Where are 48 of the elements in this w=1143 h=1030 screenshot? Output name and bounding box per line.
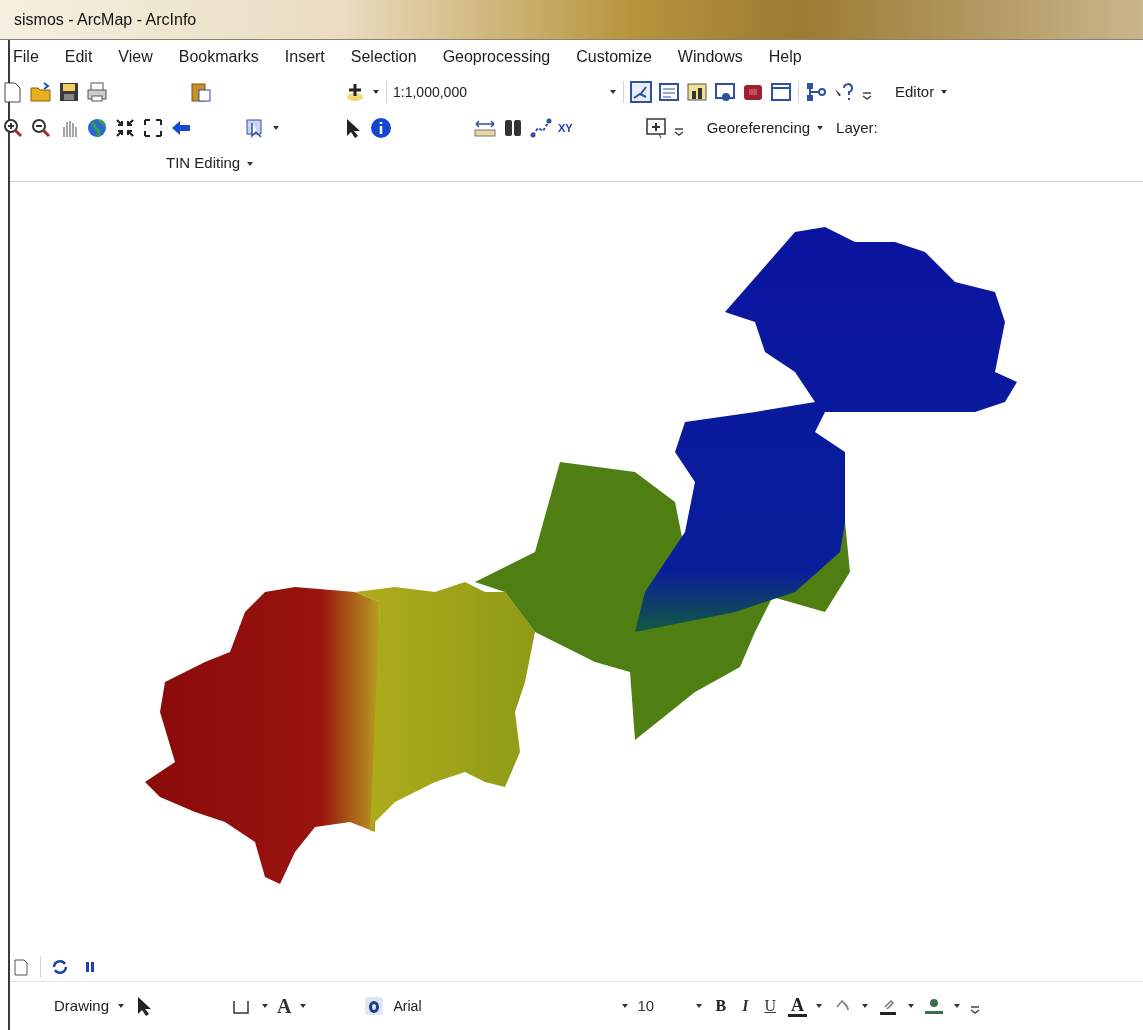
- tin-editing-menu[interactable]: TIN Editing: [166, 152, 241, 175]
- catalog-icon[interactable]: [686, 81, 708, 103]
- info-icon[interactable]: [370, 117, 392, 139]
- table-icon[interactable]: [658, 81, 680, 103]
- paste-icon[interactable]: [190, 81, 212, 103]
- menu-item[interactable]: Bookmarks: [165, 45, 272, 69]
- menu-item[interactable]: Windows: [664, 45, 756, 69]
- bold-button[interactable]: B: [711, 994, 731, 1018]
- zoom-in-icon[interactable]: [2, 117, 24, 139]
- menu-item[interactable]: Edit: [51, 45, 106, 69]
- save-icon[interactable]: [58, 81, 80, 103]
- fixed-zoom-out-icon[interactable]: [142, 117, 164, 139]
- new-document-icon[interactable]: [2, 81, 24, 103]
- menu-item[interactable]: Selection: [337, 45, 430, 69]
- text-tool-button[interactable]: A: [277, 991, 292, 1021]
- layer-label: Layer:: [836, 117, 878, 138]
- measure-icon[interactable]: [474, 117, 496, 139]
- window-title: sismos - ArcMap - ArcInfo: [14, 9, 197, 30]
- printer-icon[interactable]: [86, 81, 108, 103]
- go-to-xy-button[interactable]: XY: [558, 122, 573, 134]
- menu-item[interactable]: Insert: [271, 45, 338, 69]
- window-icon[interactable]: [770, 81, 792, 103]
- open-folder-icon[interactable]: [30, 81, 52, 103]
- menu-item[interactable]: File: [0, 45, 52, 69]
- georeference-icon[interactable]: [644, 117, 667, 139]
- zoom-out-icon[interactable]: [30, 117, 52, 139]
- fixed-zoom-in-icon[interactable]: [114, 117, 136, 139]
- font-field[interactable]: Arial: [393, 994, 614, 1018]
- help-icon[interactable]: [833, 81, 855, 103]
- model-icon[interactable]: [805, 81, 827, 103]
- italic-button[interactable]: I: [738, 994, 753, 1018]
- search-window-icon[interactable]: [714, 81, 736, 103]
- editor-menu[interactable]: Editor: [895, 80, 935, 104]
- menu-item[interactable]: View: [105, 45, 166, 69]
- menu-item[interactable]: Customize: [563, 45, 665, 69]
- menu-item[interactable]: Help: [755, 45, 815, 69]
- font-size-field[interactable]: 10: [637, 994, 688, 1018]
- underline-button[interactable]: U: [760, 994, 780, 1018]
- font-color-button[interactable]: A: [787, 995, 807, 1017]
- scale-field[interactable]: 1:1,000,000: [393, 80, 603, 104]
- georeferencing-menu[interactable]: Georeferencing: [706, 116, 811, 140]
- add-data-icon[interactable]: [344, 81, 366, 103]
- route-icon[interactable]: [530, 117, 552, 139]
- font-icon[interactable]: [363, 995, 386, 1017]
- menu-item[interactable]: Geoprocessing: [429, 45, 564, 69]
- globe-icon[interactable]: [86, 117, 108, 139]
- drawing-menu[interactable]: Drawing: [54, 994, 110, 1018]
- chart-icon[interactable]: [630, 81, 652, 103]
